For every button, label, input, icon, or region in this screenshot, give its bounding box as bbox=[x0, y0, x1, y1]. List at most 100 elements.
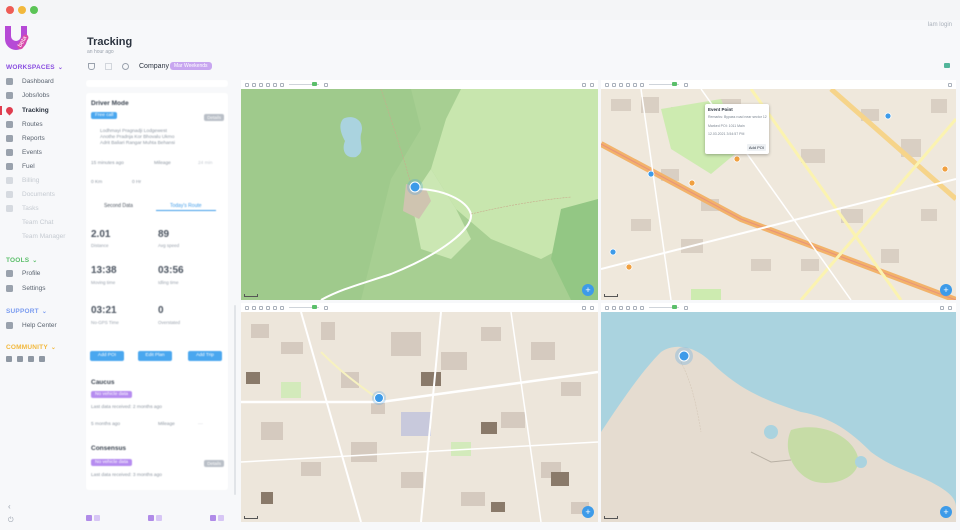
company-filter-chip[interactable]: Mar Weekends bbox=[169, 62, 212, 70]
linkedin-icon[interactable] bbox=[6, 356, 12, 362]
tab-second-data[interactable]: Second Data bbox=[104, 203, 133, 209]
link-icon[interactable] bbox=[940, 305, 944, 310]
sidebar-item-documents[interactable]: Documents bbox=[6, 189, 55, 199]
sidebar-item-team-manager[interactable]: Team Manager bbox=[22, 231, 65, 241]
filter-icon[interactable] bbox=[626, 82, 630, 87]
undo-icon[interactable] bbox=[252, 82, 256, 87]
add-map-button[interactable]: + bbox=[940, 506, 952, 518]
edit-icon[interactable] bbox=[245, 82, 249, 87]
undo-icon[interactable] bbox=[612, 305, 616, 310]
maximize-window-button[interactable] bbox=[30, 6, 38, 14]
first-page-button[interactable] bbox=[86, 515, 92, 521]
redo-icon[interactable] bbox=[619, 82, 623, 87]
zoom-icon[interactable] bbox=[280, 305, 284, 310]
fullscreen-icon[interactable] bbox=[948, 305, 952, 310]
zoom-in-icon[interactable] bbox=[684, 82, 688, 87]
sidebar-item-reports[interactable]: Reports bbox=[6, 133, 45, 143]
add-map-button[interactable]: + bbox=[940, 284, 952, 296]
sidebar-item-tasks[interactable]: Tasks bbox=[6, 203, 39, 213]
sidebar-item-dashboard[interactable]: Dashboard bbox=[6, 76, 54, 86]
page-1-button[interactable] bbox=[148, 515, 154, 521]
filter-icon[interactable] bbox=[266, 82, 270, 87]
facebook-icon[interactable] bbox=[17, 356, 23, 362]
minimize-window-button[interactable] bbox=[18, 6, 26, 14]
message-icon[interactable] bbox=[944, 63, 950, 68]
zoom-slider[interactable] bbox=[649, 82, 679, 86]
details-badge[interactable]: Details bbox=[204, 114, 224, 121]
undo-icon[interactable] bbox=[612, 82, 616, 87]
sidebar-item-settings[interactable]: Settings bbox=[6, 283, 46, 293]
instagram-icon[interactable] bbox=[39, 356, 45, 362]
map-pane-1[interactable]: + bbox=[241, 80, 598, 300]
zoom-slider[interactable] bbox=[649, 305, 679, 309]
edit-plan-button[interactable]: Edit Plan bbox=[138, 351, 172, 361]
community-section[interactable]: COMMUNITY ⌄ bbox=[6, 344, 56, 351]
prev-page-button[interactable] bbox=[94, 515, 100, 521]
zoom-slider[interactable] bbox=[289, 82, 319, 86]
zoom-icon[interactable] bbox=[640, 82, 644, 87]
event-popup[interactable]: Event Point Remarks: Bypass road near se… bbox=[705, 104, 769, 154]
app-logo[interactable]: beta bbox=[5, 26, 31, 54]
map-pane-2[interactable]: Event Point Remarks: Bypass road near se… bbox=[601, 80, 956, 300]
sidebar-item-help-center[interactable]: Help Center bbox=[6, 320, 57, 330]
list-item-caucus[interactable]: Caucus No vehicle data Last data receive… bbox=[86, 372, 228, 432]
tools-section[interactable]: TOOLS ⌄ bbox=[6, 257, 38, 264]
fullscreen-icon[interactable] bbox=[590, 82, 594, 87]
add-map-button[interactable]: + bbox=[582, 506, 594, 518]
user-login-link[interactable]: Iam login bbox=[928, 22, 952, 28]
layers-icon[interactable] bbox=[273, 305, 277, 310]
popup-add-poi-button[interactable]: Add POI bbox=[746, 144, 766, 151]
search-icon[interactable] bbox=[122, 62, 129, 70]
add-poi-button[interactable]: Add POI bbox=[90, 351, 124, 361]
support-section[interactable]: SUPPORT ⌄ bbox=[6, 308, 47, 315]
undo-icon[interactable] bbox=[252, 305, 256, 310]
collapse-sidebar-icon[interactable]: ‹ bbox=[8, 502, 11, 511]
map-canvas[interactable] bbox=[601, 89, 956, 300]
link-icon[interactable] bbox=[582, 82, 586, 87]
twitter-icon[interactable] bbox=[28, 356, 34, 362]
zoom-slider[interactable] bbox=[289, 305, 319, 309]
zoom-in-icon[interactable] bbox=[324, 305, 328, 310]
filter-icon[interactable] bbox=[266, 305, 270, 310]
fullscreen-icon[interactable] bbox=[590, 305, 594, 310]
sidebar-item-events[interactable]: Events bbox=[6, 147, 42, 157]
sidebar-item-team-chat[interactable]: Team Chat bbox=[22, 217, 53, 227]
sidebar-item-routes[interactable]: Routes bbox=[6, 119, 43, 129]
zoom-in-icon[interactable] bbox=[324, 82, 328, 87]
list-item[interactable] bbox=[86, 80, 228, 87]
filter-icon[interactable] bbox=[88, 62, 95, 70]
zoom-in-icon[interactable] bbox=[684, 305, 688, 310]
redo-icon[interactable] bbox=[259, 82, 263, 87]
list-scrollbar[interactable] bbox=[234, 305, 236, 495]
layout-icon[interactable] bbox=[105, 62, 112, 70]
sidebar-item-billing[interactable]: Billing bbox=[6, 175, 39, 185]
edit-icon[interactable] bbox=[245, 305, 249, 310]
sidebar-item-profile[interactable]: Profile bbox=[6, 268, 40, 278]
next-page-button[interactable] bbox=[210, 515, 216, 521]
redo-icon[interactable] bbox=[259, 305, 263, 310]
map-canvas[interactable] bbox=[241, 312, 598, 522]
edit-icon[interactable] bbox=[605, 305, 609, 310]
layers-icon[interactable] bbox=[633, 305, 637, 310]
tab-todays-route[interactable]: Today's Route bbox=[170, 203, 202, 209]
map-pane-3[interactable]: + bbox=[241, 303, 598, 522]
redo-icon[interactable] bbox=[619, 305, 623, 310]
list-item-consensus[interactable]: Consensus No vehicle data Details Last d… bbox=[86, 438, 228, 490]
map-canvas[interactable] bbox=[601, 312, 956, 522]
sidebar-item-fuel[interactable]: Fuel bbox=[6, 161, 35, 171]
last-page-button[interactable] bbox=[218, 515, 224, 521]
layers-icon[interactable] bbox=[633, 82, 637, 87]
edit-icon[interactable] bbox=[605, 82, 609, 87]
company-filter-label[interactable]: Company bbox=[139, 63, 169, 70]
zoom-icon[interactable] bbox=[640, 305, 644, 310]
add-trip-button[interactable]: Add Trip bbox=[188, 351, 222, 361]
power-icon[interactable]: ⏻ bbox=[8, 517, 14, 525]
page-2-button[interactable] bbox=[156, 515, 162, 521]
fullscreen-icon[interactable] bbox=[948, 82, 952, 87]
add-map-button[interactable]: + bbox=[582, 284, 594, 296]
sidebar-item-jobs[interactable]: Jobs/lobs bbox=[6, 90, 49, 100]
close-window-button[interactable] bbox=[6, 6, 14, 14]
layers-icon[interactable] bbox=[273, 82, 277, 87]
sidebar-item-tracking[interactable]: Tracking bbox=[4, 105, 49, 115]
details-badge[interactable]: Details bbox=[204, 460, 224, 467]
